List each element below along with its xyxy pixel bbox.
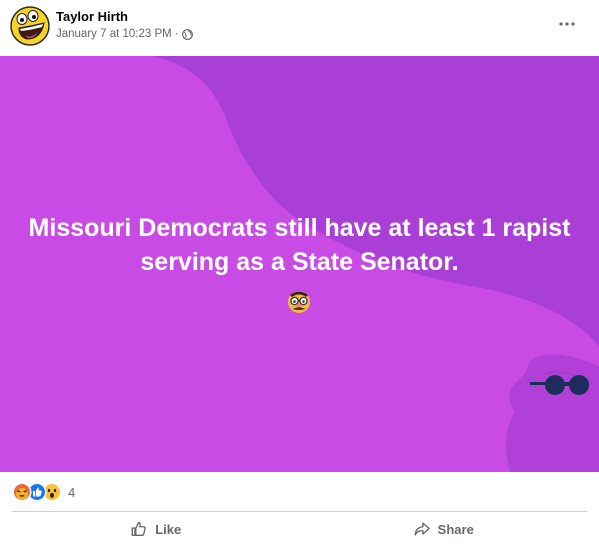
awesome-face-icon[interactable] — [10, 6, 50, 46]
reaction-icons — [12, 482, 66, 502]
like-button[interactable]: Like — [12, 512, 300, 546]
reaction-count[interactable]: 4 — [68, 485, 75, 500]
more-options-icon[interactable] — [553, 12, 581, 36]
post-timestamp[interactable]: January 7 at 10:23 PM — [56, 28, 172, 40]
meta-separator: · — [174, 28, 179, 40]
post-body-text: Missouri Democrats still have at least 1… — [0, 211, 599, 279]
share-button[interactable]: Share — [300, 512, 588, 546]
disguised-face-icon — [286, 288, 312, 314]
like-label: Like — [155, 521, 182, 537]
globe-icon — [181, 28, 193, 40]
share-icon — [414, 522, 430, 536]
angry-icon — [12, 482, 32, 502]
post-body-line: Missouri Democrats still have at least 1… — [28, 214, 571, 242]
author-name[interactable]: Taylor Hirth — [56, 9, 128, 24]
share-label: Share — [437, 521, 474, 537]
post-actions: Like Share — [12, 512, 587, 546]
background-post: Missouri Democrats still have at least 1… — [0, 56, 599, 472]
reactions-summary[interactable]: 4 — [12, 481, 75, 503]
facebook-post: Taylor Hirth January 7 at 10:23 PM · Mis… — [0, 0, 599, 548]
like-outline-icon — [131, 521, 147, 536]
post-header: Taylor Hirth January 7 at 10:23 PM · — [0, 0, 599, 56]
post-body-line: serving as a State Senator. — [140, 248, 459, 276]
post-meta: January 7 at 10:23 PM · — [56, 28, 193, 40]
